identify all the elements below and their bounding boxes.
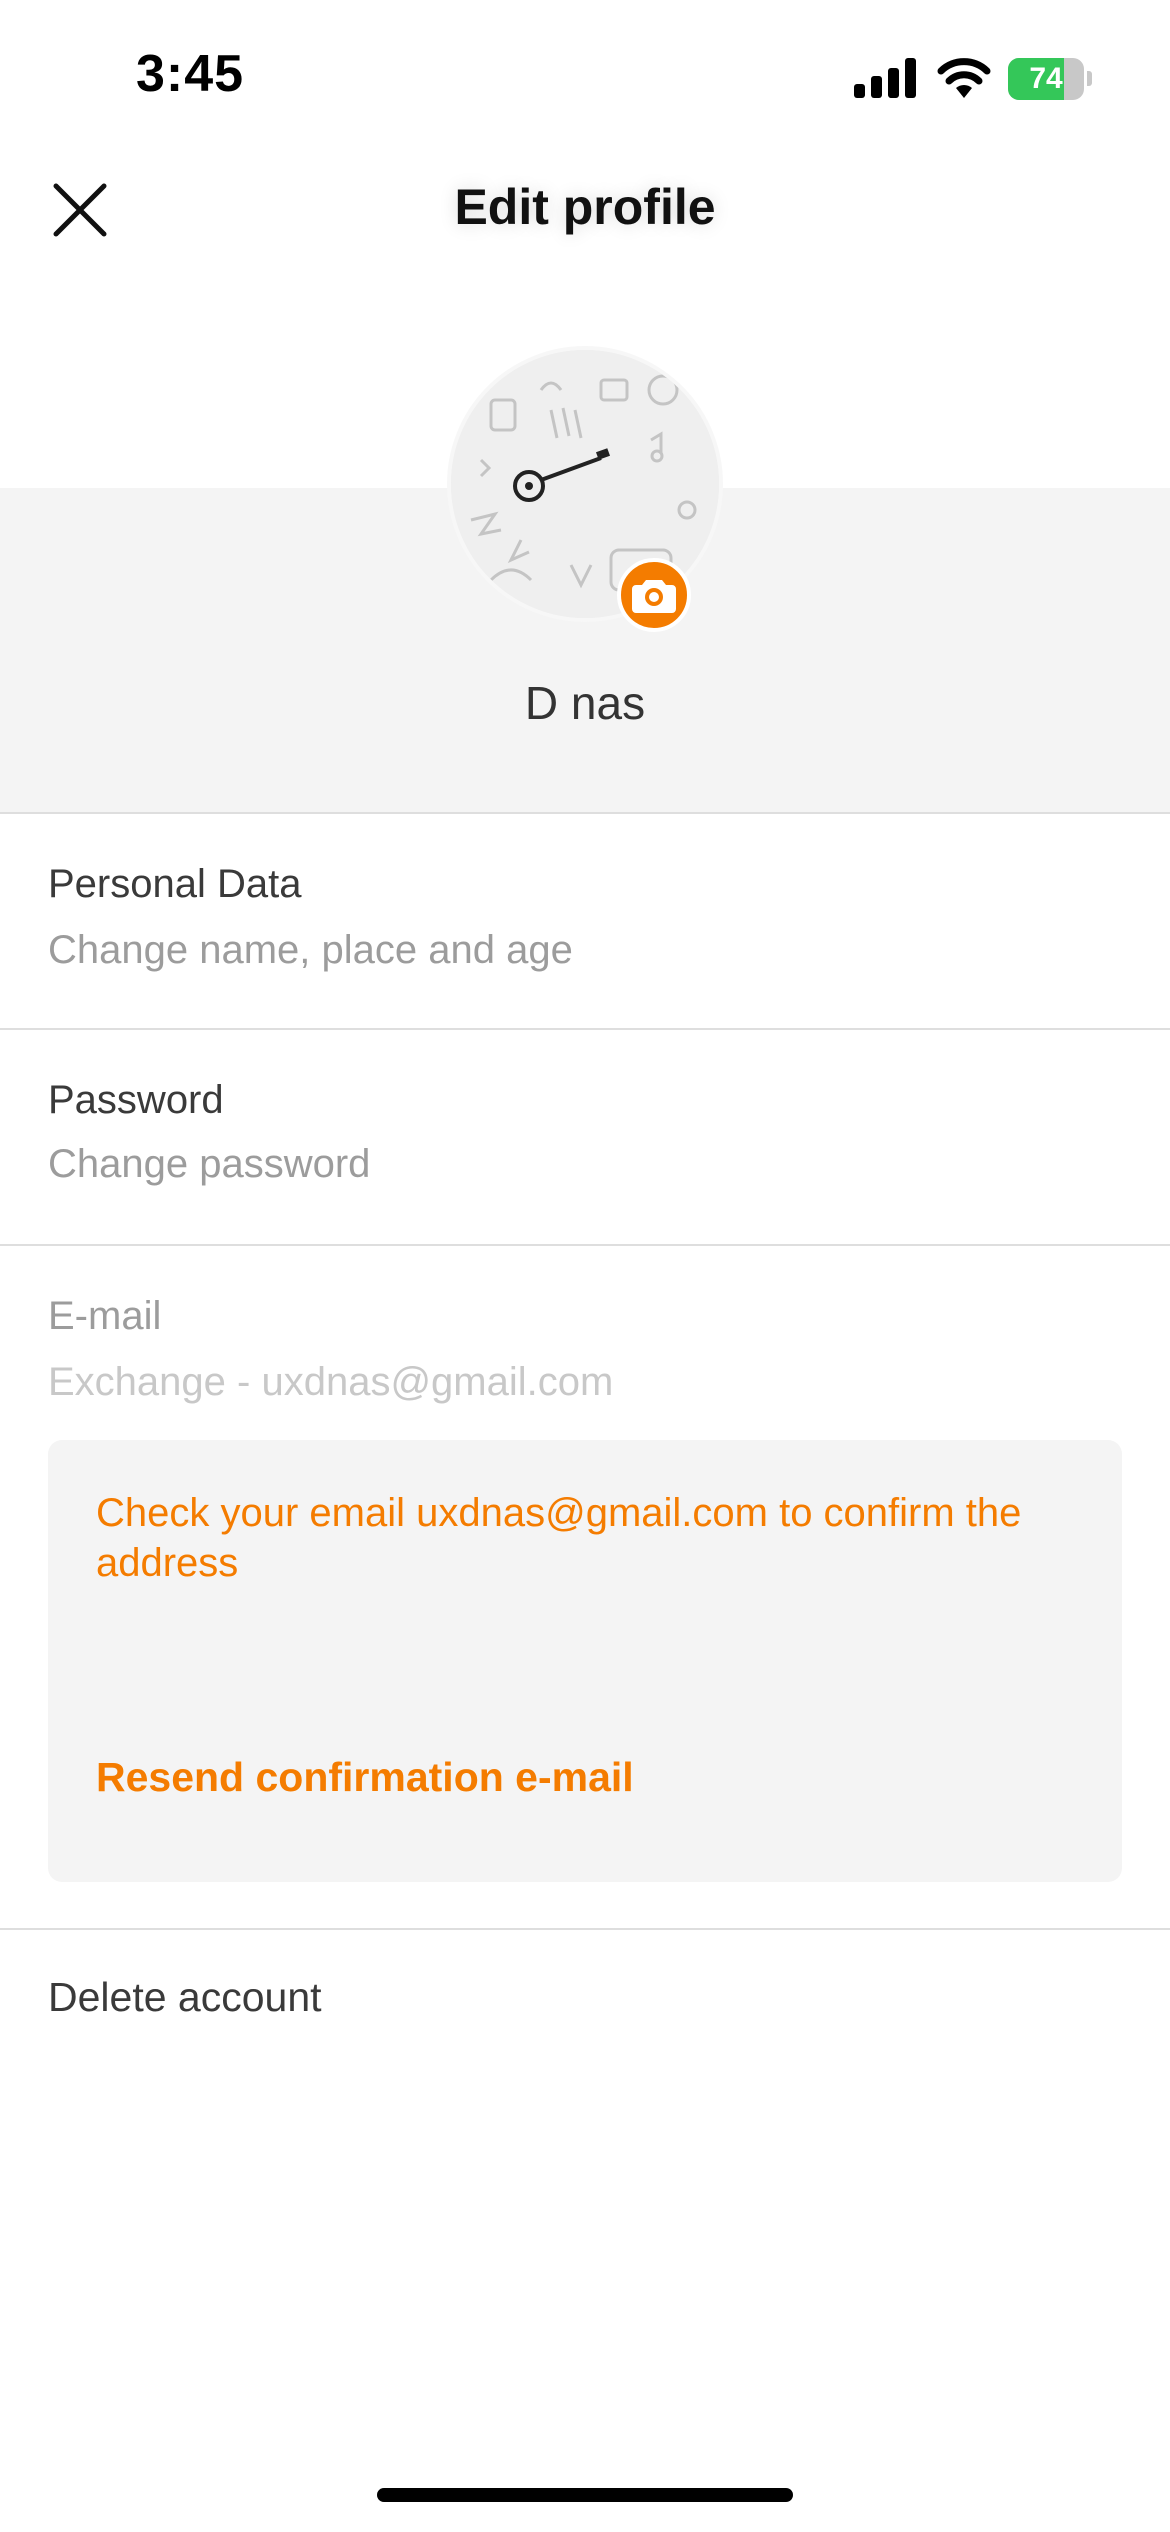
wifi-icon xyxy=(936,54,992,98)
password-row[interactable]: Password Change password xyxy=(0,1030,1170,1246)
delete-account-row[interactable]: Delete account xyxy=(0,1930,1170,2070)
page-title: Edit profile xyxy=(454,179,716,235)
password-subtitle: Change password xyxy=(48,1142,371,1186)
cellular-signal-icon xyxy=(854,58,916,98)
password-title: Password xyxy=(48,1078,224,1122)
personal-data-title: Personal Data xyxy=(48,862,302,906)
delete-account-label: Delete account xyxy=(48,1974,322,2020)
email-title: E-mail xyxy=(48,1294,162,1338)
email-notice-message: Check your email uxdnas@gmail.com to con… xyxy=(96,1491,1022,1585)
profile-name: D nas xyxy=(524,677,646,729)
status-bar: 3:45 74 xyxy=(0,0,1170,150)
nav-bar: Edit profile xyxy=(0,150,1170,270)
change-photo-button[interactable] xyxy=(617,558,691,632)
personal-data-subtitle: Change name, place and age xyxy=(48,928,573,972)
battery-icon: 74 xyxy=(1008,58,1092,100)
battery-percent: 74 xyxy=(1029,62,1063,95)
home-indicator xyxy=(377,2488,793,2502)
resend-confirmation-link[interactable]: Resend confirmation e-mail xyxy=(96,1754,634,1801)
status-time: 3:45 xyxy=(136,45,245,103)
camera-icon xyxy=(632,580,676,613)
email-subtitle: Exchange - uxdnas@gmail.com xyxy=(48,1360,614,1404)
personal-data-row[interactable]: Personal Data Change name, place and age xyxy=(0,814,1170,1030)
email-confirmation-notice: Check your email uxdnas@gmail.com to con… xyxy=(48,1440,1122,1882)
